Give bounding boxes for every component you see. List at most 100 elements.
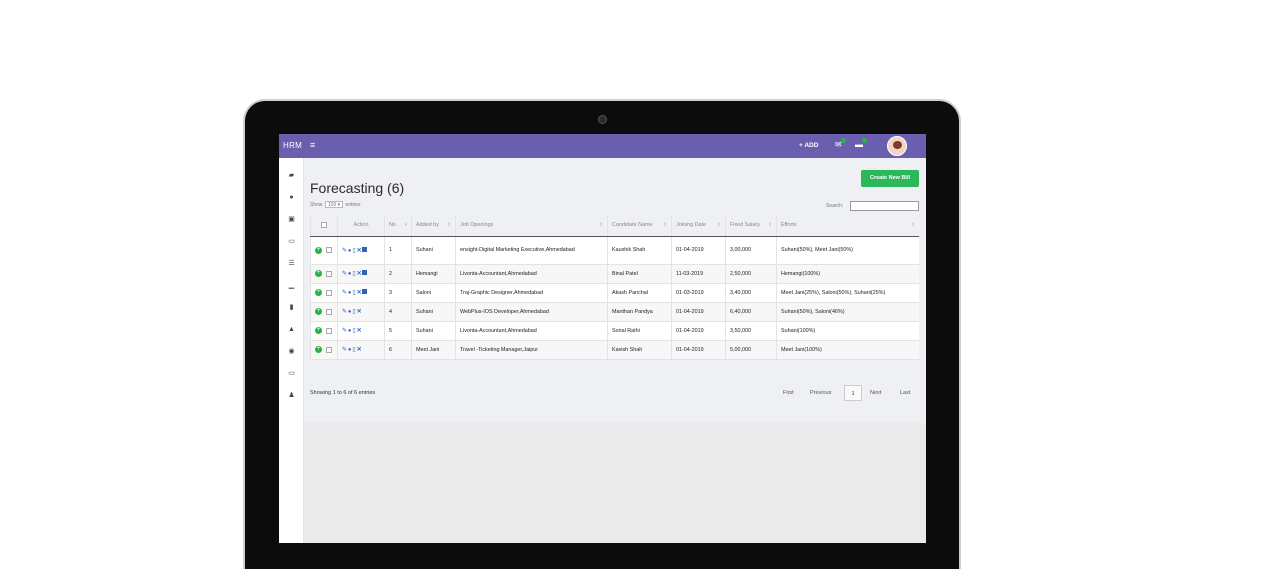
view-icon[interactable]: ● [348,309,352,315]
cell-joining-date: 11-03-2019 [671,264,726,284]
pager-next[interactable]: Next [870,385,881,401]
close-icon[interactable]: ✕ [357,271,362,277]
person-icon[interactable]: ♟ [287,392,296,400]
row-actions: ✎●▯✕ [337,236,385,265]
edit-icon[interactable]: ✎ [342,347,347,353]
cell-job-opening: Livonta-Accountant,Ahmedabad [455,321,608,341]
create-new-bill-button[interactable]: Create New Bill [861,170,919,187]
expand-icon[interactable]: + [315,246,322,254]
expand-icon[interactable]: + [315,346,322,353]
id-card-icon[interactable]: ▭ [287,370,296,378]
select-all-checkbox[interactable] [321,222,327,229]
laptop-frame: HRM ≡ + ADD ✉ ▬ ▰ ● ▣ ▭ ☰ ▁ ▮ ▲ ◉ ▭ ♟ Fo… [243,99,961,569]
close-icon[interactable]: ✕ [357,248,362,254]
row-checkbox[interactable] [326,346,332,353]
header-select-all[interactable] [310,215,338,237]
stop-icon[interactable] [362,246,368,252]
folder-icon[interactable]: ▰ [287,172,296,180]
document-icon[interactable]: ▣ [287,216,296,224]
cell-candidate: Kavish Shah [607,340,672,360]
header-added-by[interactable]: Added by ⇕ [411,215,456,237]
message-badge [862,138,867,143]
row-actions: ✎●▯✕ [337,302,385,322]
expand-icon[interactable]: + [315,270,322,277]
row-checkbox[interactable] [326,308,332,315]
sort-icon: ⇕ [662,222,667,229]
table-row: + ✎●▯✕ 6 Meet Jani Travel -Ticketing Man… [310,340,919,360]
header-efforts-label: Efforts [781,222,797,229]
cell-salary: 5,00,000 [725,340,777,360]
edit-icon[interactable]: ✎ [342,328,347,334]
bar-chart-icon[interactable]: ▁ [287,282,296,290]
close-icon[interactable]: ✕ [357,309,362,315]
sort-icon: ⇕ [598,222,603,229]
expand-icon[interactable]: + [315,327,322,334]
cell-joining-date: 01-04-2019 [671,321,726,341]
cell-efforts: Hemangi(100%) [776,264,919,284]
row-checkbox[interactable] [326,270,332,277]
cell-salary: 3,50,000 [725,321,777,341]
delete-icon[interactable]: ▯ [352,309,355,315]
close-icon[interactable]: ✕ [357,328,362,334]
expand-icon[interactable]: + [315,289,322,296]
cell-no: 2 [384,264,412,284]
cell-job-opening: ensight-Digital Marketing Executive,Ahme… [455,236,608,265]
stop-icon[interactable] [362,270,368,275]
stop-icon[interactable] [362,289,368,294]
hamburger-icon[interactable]: ≡ [310,140,315,150]
edit-icon[interactable]: ✎ [342,290,347,296]
edit-icon[interactable]: ✎ [342,248,347,254]
cell-salary: 3,00,000 [725,236,777,265]
delete-icon[interactable]: ▯ [352,248,355,254]
header-fixed-salary[interactable]: Fixed Salary ⇕ [725,215,777,237]
cell-efforts: Meet Jani(100%) [776,340,919,360]
view-icon[interactable]: ● [348,290,352,296]
row-checkbox[interactable] [326,327,332,334]
cell-no: 6 [384,340,412,360]
header-efforts[interactable]: Efforts ⇕ [776,215,919,237]
list-icon[interactable]: ☰ [287,260,296,268]
pager-first[interactable]: First [783,385,794,401]
close-icon[interactable]: ✕ [357,290,362,296]
eye-icon[interactable]: ◉ [287,348,296,356]
user-icon[interactable]: ● [287,194,296,202]
cell-candidate: Sonal Rathi [607,321,672,341]
edit-icon[interactable]: ✎ [342,271,347,277]
card-icon[interactable]: ▭ [287,238,296,246]
search-input[interactable] [850,201,919,211]
header-job-openings[interactable]: Job Openings ⇕ [455,215,608,237]
header-joining-date[interactable]: Joining Date ⇕ [671,215,726,237]
graduation-cap-icon[interactable]: ▲ [287,326,296,334]
view-icon[interactable]: ● [348,347,352,353]
expand-icon[interactable]: + [315,308,322,315]
file-icon[interactable]: ▮ [287,304,296,312]
delete-icon[interactable]: ▯ [352,328,355,334]
view-icon[interactable]: ● [348,328,352,334]
view-icon[interactable]: ● [348,248,352,254]
app-brand[interactable]: HRM [283,141,302,150]
delete-icon[interactable]: ▯ [352,347,355,353]
pager-page-1[interactable]: 1 [844,385,862,401]
header-action: Action [337,215,385,237]
cell-candidate: Akash Panchal [607,283,672,303]
cell-job-opening: Travel -Ticketing Manager,Jaipur [455,340,608,360]
close-icon[interactable]: ✕ [357,347,362,353]
header-candidate-name[interactable]: Candidate Name ⇕ [607,215,672,237]
cell-joining-date: 01-04-2019 [671,236,726,265]
pager-previous[interactable]: Previous [810,385,831,401]
edit-icon[interactable]: ✎ [342,309,347,315]
entries-select[interactable]: 100 ▾ [324,201,344,208]
header-no[interactable]: No ▾ [384,215,412,237]
camera [598,115,607,124]
pager-last[interactable]: Last [900,385,910,401]
show-entries-control: Show 100 ▾ entries [310,201,361,208]
row-checkbox[interactable] [326,247,332,253]
row-controls: + [310,236,338,265]
row-checkbox[interactable] [326,289,332,296]
avatar[interactable] [887,136,907,156]
delete-icon[interactable]: ▯ [352,290,355,296]
delete-icon[interactable]: ▯ [352,271,355,277]
view-icon[interactable]: ● [348,271,352,277]
add-button[interactable]: + ADD [799,142,818,149]
sidebar: ▰ ● ▣ ▭ ☰ ▁ ▮ ▲ ◉ ▭ ♟ [279,158,304,543]
